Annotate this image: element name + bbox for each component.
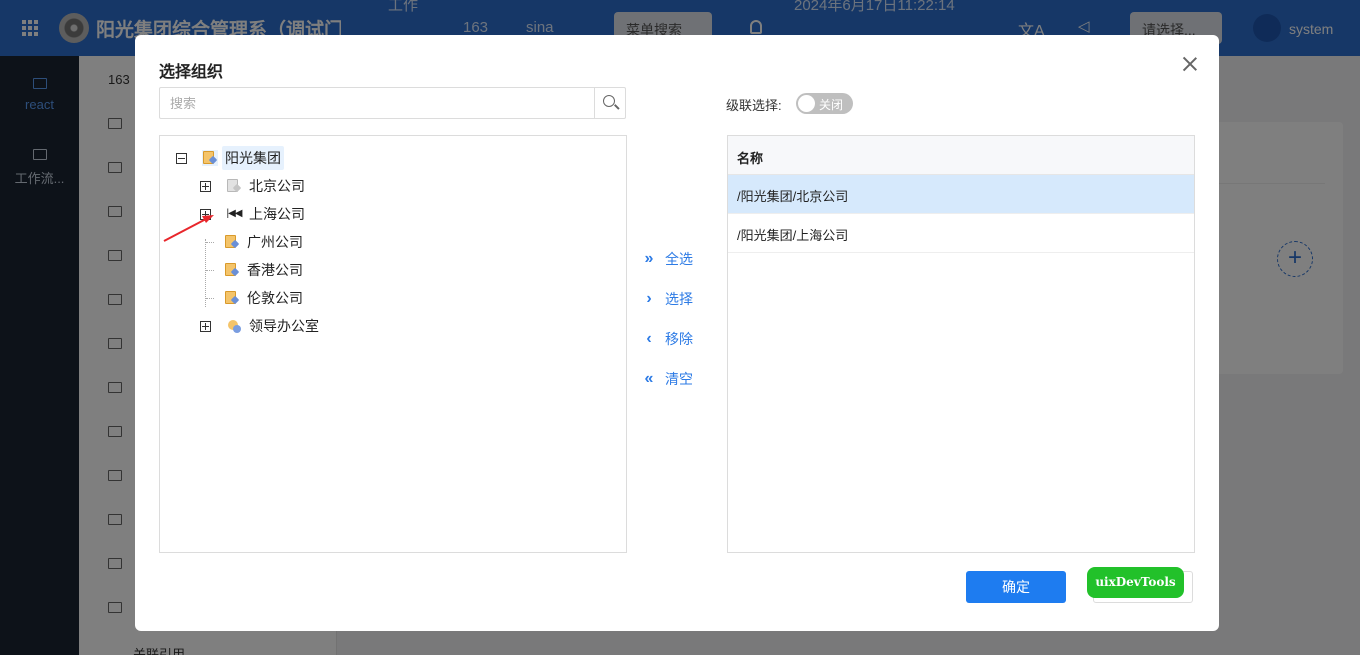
toggle-knob — [798, 95, 815, 112]
select-organization-dialog: 选择组织 阳光集团 北京公司 |◀◀ 上海公司 — [135, 35, 1219, 631]
chevron-left-icon: ‹ — [646, 330, 652, 347]
chevron-right-icon: › — [646, 290, 652, 307]
tree-node-label[interactable]: 上海公司 — [246, 202, 308, 226]
search-button[interactable] — [594, 88, 625, 118]
department-icon — [226, 318, 242, 334]
confirm-button[interactable]: 确定 — [966, 571, 1066, 603]
tree-node-beijing[interactable]: 北京公司 — [200, 175, 308, 197]
organization-icon — [224, 290, 240, 306]
column-header-name: 名称 — [728, 136, 1194, 175]
devtools-badge[interactable]: uixDevTools — [1087, 567, 1184, 598]
search-icon — [603, 95, 615, 107]
expand-icon[interactable] — [200, 320, 211, 332]
tree-node-leadership-office[interactable]: 领导办公室 — [200, 315, 322, 337]
remove-button[interactable]: ‹ 移除 — [642, 329, 693, 349]
tree-node-label[interactable]: 阳光集团 — [222, 146, 284, 170]
organization-icon — [224, 262, 240, 278]
org-tree: 阳光集团 北京公司 |◀◀ 上海公司 广州公司 香港公司 伦敦公司 领导办公室 — [159, 135, 627, 553]
double-chevron-left-icon: « — [644, 370, 654, 387]
tree-node-guangzhou[interactable]: 广州公司 — [211, 231, 306, 253]
cascade-select-toggle[interactable]: 关闭 — [796, 93, 853, 114]
expand-icon[interactable] — [200, 180, 211, 192]
search-input[interactable] — [160, 88, 594, 118]
tree-node-london[interactable]: 伦敦公司 — [211, 287, 306, 309]
tree-guide-line — [205, 239, 206, 307]
tree-node-label[interactable]: 北京公司 — [246, 174, 308, 198]
double-chevron-right-icon: » — [644, 250, 654, 267]
organization-icon — [202, 150, 218, 166]
search-box — [159, 87, 626, 119]
tree-node-label[interactable]: 广州公司 — [244, 230, 306, 254]
clear-button[interactable]: « 清空 — [642, 369, 693, 389]
close-icon[interactable] — [1181, 55, 1199, 73]
tree-node-label[interactable]: 领导办公室 — [246, 314, 322, 338]
select-button[interactable]: › 选择 — [642, 289, 693, 309]
dialog-title: 选择组织 — [159, 64, 224, 81]
organization-icon-disabled — [226, 178, 242, 194]
organization-icon — [224, 234, 240, 250]
toggle-state-text: 关闭 — [819, 98, 844, 112]
table-row[interactable]: /阳光集团/北京公司 — [728, 175, 1194, 214]
table-row[interactable]: /阳光集团/上海公司 — [728, 214, 1194, 253]
tree-node-label[interactable]: 伦敦公司 — [244, 286, 306, 310]
cascade-select-label: 级联选择: — [726, 98, 782, 113]
select-all-button[interactable]: » 全选 — [642, 249, 693, 269]
tree-node-label[interactable]: 香港公司 — [244, 258, 306, 282]
annotation-arrow-icon — [163, 215, 214, 242]
skip-back-icon: |◀◀ — [226, 208, 243, 219]
selected-org-table: 名称 /阳光集团/北京公司 /阳光集团/上海公司 — [727, 135, 1195, 553]
tree-node-hongkong[interactable]: 香港公司 — [211, 259, 306, 281]
tree-node-root[interactable]: 阳光集团 — [176, 146, 284, 170]
collapse-icon[interactable] — [176, 152, 187, 164]
